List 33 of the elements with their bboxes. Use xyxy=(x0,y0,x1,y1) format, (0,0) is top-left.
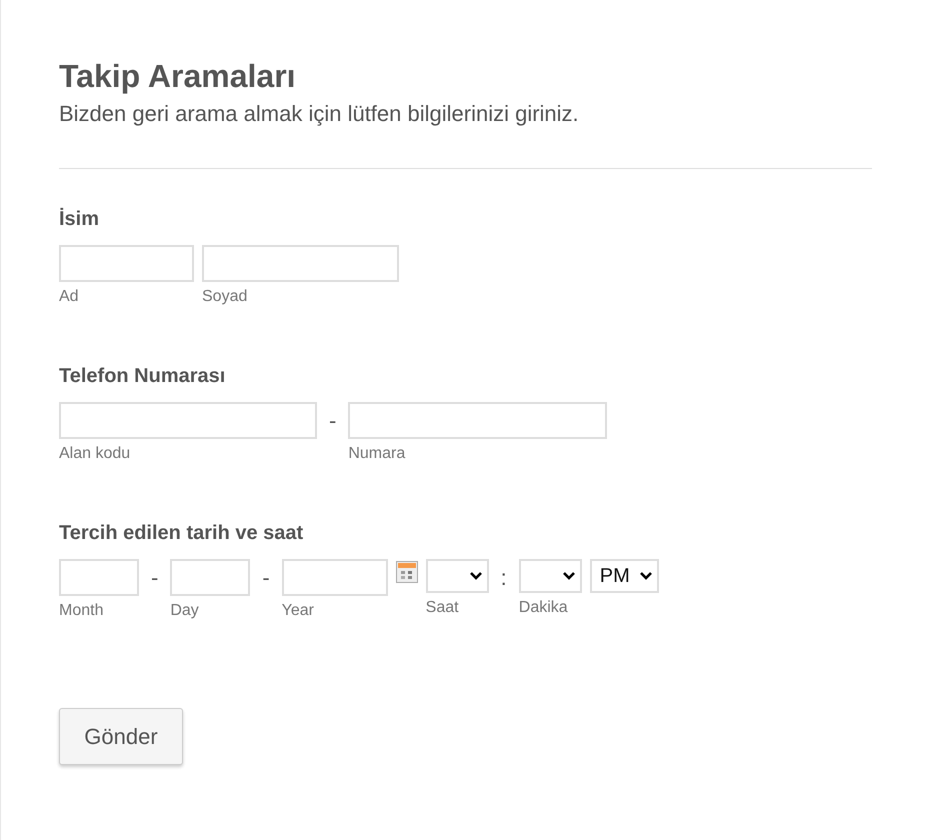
field-label: İsim xyxy=(59,207,100,231)
dropdown[interactable] xyxy=(426,559,489,593)
calendar-icon[interactable] xyxy=(396,561,418,583)
submit-button[interactable]: Gönder xyxy=(59,708,183,765)
text-field[interactable] xyxy=(59,245,194,282)
field-sublabel: Saat xyxy=(426,598,460,618)
text-field[interactable] xyxy=(170,559,250,596)
field-sublabel: Soyad xyxy=(202,287,248,307)
form-title: Takip Aramaları xyxy=(59,57,297,96)
separator: - xyxy=(150,564,160,592)
field-sublabel: Numara xyxy=(348,444,406,464)
separator: : xyxy=(500,564,508,592)
separator: - xyxy=(261,564,271,592)
dropdown[interactable]: PM xyxy=(590,559,659,593)
field-label: Telefon Numarası xyxy=(59,364,226,388)
field-sublabel: Alan kodu xyxy=(59,444,132,464)
separator: - xyxy=(328,407,338,435)
chevron-down-icon xyxy=(638,571,653,581)
field-sublabel: Ad xyxy=(59,287,80,307)
text-field[interactable] xyxy=(282,559,388,596)
field-label: Tercih edilen tarih ve saat xyxy=(59,521,304,545)
text-field[interactable] xyxy=(59,559,139,596)
field-sublabel: Month xyxy=(59,601,104,621)
chevron-down-icon xyxy=(562,571,576,581)
field-sublabel: Year xyxy=(282,601,315,621)
text-field[interactable] xyxy=(348,402,608,439)
chevron-down-icon xyxy=(468,571,483,581)
text-field[interactable] xyxy=(59,402,317,439)
field-sublabel: Dakika xyxy=(518,598,569,618)
dropdown[interactable] xyxy=(518,559,582,593)
text-field[interactable] xyxy=(202,245,399,282)
field-sublabel: Day xyxy=(170,601,200,621)
form-subtitle: Bizden geri arama almak için lütfen bilgilerinizi giriniz. xyxy=(59,100,580,128)
